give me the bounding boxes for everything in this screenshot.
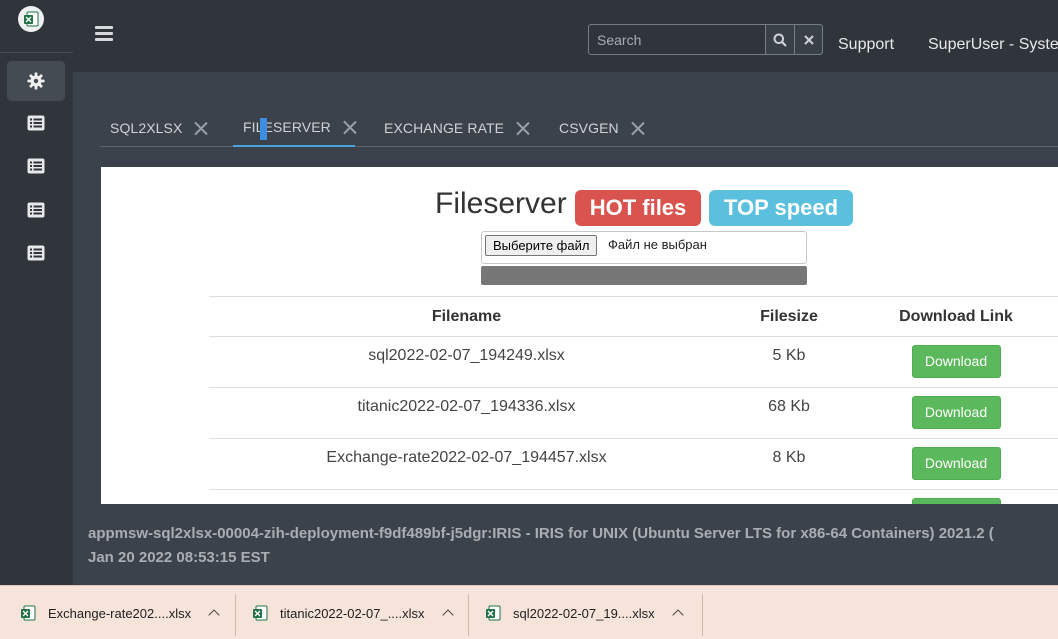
download-filename: Exchange-rate202....xlsx	[48, 605, 192, 621]
download-filename: sql2022-02-07_19....xlsx	[513, 605, 655, 621]
server-build-date-text: Jan 20 2022 08:53:15 EST	[88, 549, 270, 566]
tab-fileserver[interactable]: FILESERVER	[233, 108, 355, 147]
sidebar-item-list-4[interactable]	[7, 233, 65, 273]
download-filename: titanic2022-02-07_....xlsx	[280, 605, 425, 621]
close-icon[interactable]	[194, 121, 208, 135]
support-link[interactable]: Support	[838, 36, 894, 54]
column-header-filesize: Filesize	[724, 296, 854, 337]
search-input[interactable]	[588, 24, 766, 55]
table-row-partial	[209, 489, 1058, 504]
top-speed-badge: TOP speed	[709, 190, 853, 226]
filesize-cell: 8 Kb	[724, 438, 854, 490]
no-file-selected-text: Файл не выбран	[608, 237, 707, 252]
list-icon	[27, 245, 45, 261]
download-item[interactable]: titanic2022-02-07_....xlsx	[252, 586, 453, 639]
table-row: sql2022-02-07_194249.xlsx 5 Kb Download	[209, 336, 1058, 388]
top-navbar: Support SuperUser - System	[73, 0, 1058, 72]
filename-cell: Exchange-rate2022-02-07_194457.xlsx	[209, 438, 724, 490]
download-cell	[854, 489, 1058, 504]
search-icon	[773, 33, 787, 47]
tab-sql2xlsx[interactable]: SQL2XLSX	[100, 108, 208, 147]
filename-cell	[209, 489, 724, 504]
tab-csvgen[interactable]: CSVGEN	[549, 108, 645, 147]
sidebar	[0, 0, 73, 585]
list-icon	[27, 115, 45, 131]
filesize-cell: 5 Kb	[724, 336, 854, 388]
table-row: Exchange-rate2022-02-07_194457.xlsx 8 Kb…	[209, 438, 1058, 490]
sidebar-item-list-1[interactable]	[7, 103, 65, 143]
table-header-row: Filename Filesize Download Link	[209, 296, 1058, 337]
download-separator	[468, 594, 469, 636]
download-item[interactable]: Exchange-rate202....xlsx	[20, 586, 219, 639]
download-button[interactable]: Download	[911, 447, 1001, 480]
user-menu[interactable]: SuperUser - System	[928, 36, 1058, 54]
excel-logo-icon[interactable]	[18, 6, 44, 32]
download-cell: Download	[854, 336, 1058, 388]
table-row: titanic2022-02-07_194336.xlsx 68 Kb Down…	[209, 387, 1058, 439]
chevron-up-icon[interactable]	[673, 608, 683, 618]
hot-files-badge: HOT files	[575, 190, 701, 226]
download-item[interactable]: sql2022-02-07_19....xlsx	[485, 586, 683, 639]
sidebar-item-list-2[interactable]	[7, 146, 65, 186]
tab-label: EXCHANGE RATE	[384, 119, 505, 136]
clear-search-button[interactable]	[794, 24, 823, 55]
text-cursor-highlight	[260, 118, 267, 140]
close-icon[interactable]	[516, 121, 530, 135]
tab-label: FILESERVER	[243, 118, 331, 135]
sidebar-item-list-3[interactable]	[7, 190, 65, 230]
list-icon	[27, 202, 45, 218]
excel-file-icon	[486, 605, 501, 621]
close-icon[interactable]	[343, 120, 355, 134]
choose-file-button[interactable]: Выберите файл	[485, 235, 598, 256]
filename-cell: sql2022-02-07_194249.xlsx	[209, 336, 724, 388]
search-button[interactable]	[765, 24, 795, 55]
column-header-download-link: Download Link	[854, 296, 1058, 337]
close-icon[interactable]	[631, 121, 645, 135]
filename-cell: titanic2022-02-07_194336.xlsx	[209, 387, 724, 439]
file-table: Filename Filesize Download Link sql2022-…	[209, 296, 1058, 504]
gear-icon	[27, 72, 45, 90]
excel-file-icon	[21, 605, 36, 621]
download-separator	[702, 594, 703, 636]
chevron-up-icon[interactable]	[209, 608, 219, 618]
sidebar-divider	[0, 52, 73, 53]
server-info-text: appmsw-sql2xlsx-00004-zih-deployment-f9d…	[88, 525, 994, 542]
sidebar-item-settings[interactable]	[7, 61, 65, 101]
hamburger-menu-icon[interactable]	[95, 26, 113, 42]
page-title: Fileserver	[435, 187, 567, 220]
tab-exchange-rate[interactable]: EXCHANGE RATE	[374, 108, 530, 147]
tab-bar: SQL2XLSX FILESERVER EXCHANGE RATE CSVGEN	[100, 108, 1058, 147]
download-separator	[235, 594, 236, 636]
column-header-filename: Filename	[209, 296, 724, 337]
excel-file-icon	[253, 605, 268, 621]
tab-label: SQL2XLSX	[110, 119, 183, 136]
close-icon	[803, 34, 814, 45]
browser-download-bar: Exchange-rate202....xlsx titanic2022-02-…	[0, 585, 1058, 639]
main-content: Fileserver HOT files TOP speed Выберите …	[101, 167, 1058, 504]
tab-label: CSVGEN	[559, 119, 619, 136]
download-cell: Download	[854, 387, 1058, 439]
download-button[interactable]: Download	[911, 396, 1001, 429]
filesize-cell: 68 Kb	[724, 387, 854, 439]
upload-progress-bar	[481, 266, 807, 285]
chevron-up-icon[interactable]	[443, 608, 453, 618]
download-cell: Download	[854, 438, 1058, 490]
list-icon	[27, 158, 45, 174]
footer: appmsw-sql2xlsx-00004-zih-deployment-f9d…	[73, 504, 1058, 585]
filesize-cell	[724, 489, 854, 504]
file-upload-field: Выберите файл Файл не выбран	[481, 231, 807, 264]
download-button[interactable]: Download	[911, 345, 1001, 378]
